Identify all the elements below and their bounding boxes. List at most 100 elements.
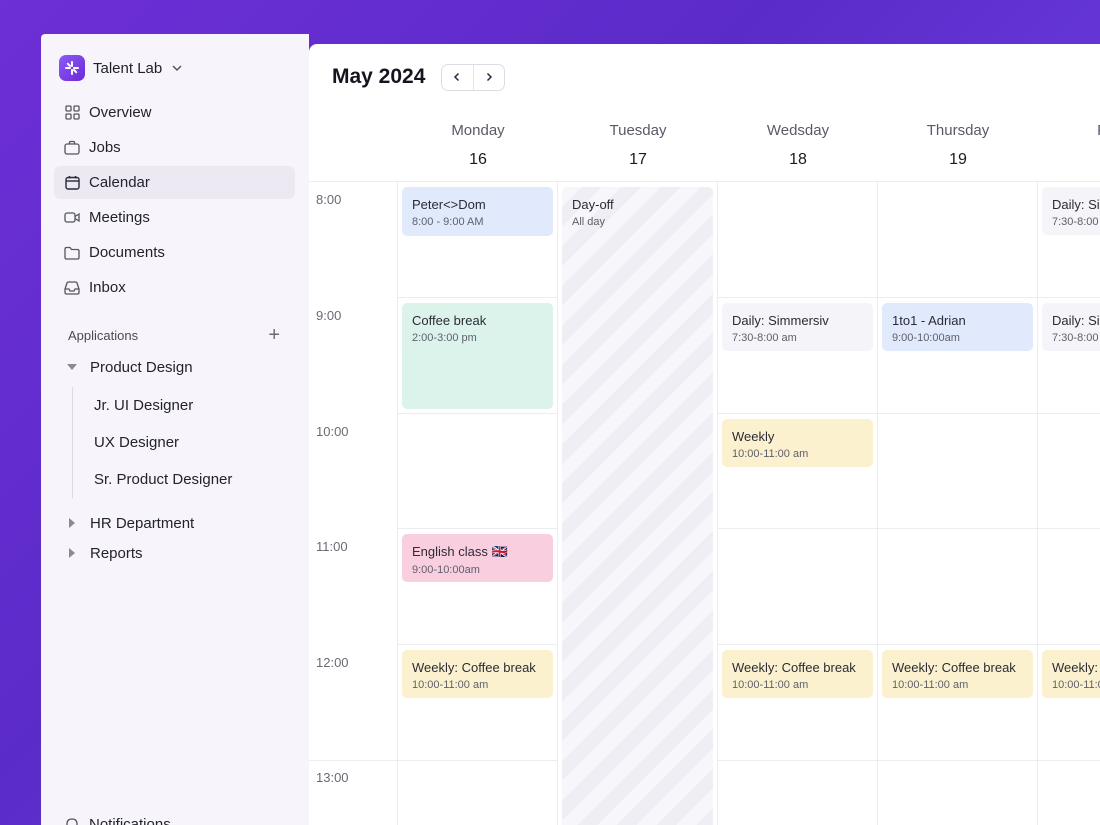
month-navigation [441, 64, 505, 91]
event-card[interactable]: Weekly: Coffee break 10:00-11:00 am [722, 650, 873, 698]
event-card[interactable]: Daily: Simmersiv 7:30-8:00 am [1042, 303, 1100, 351]
day-header-thursday[interactable]: Thursday 19 [878, 122, 1038, 169]
tree-item-jr-ui-designer[interactable]: Jr. UI Designer [94, 387, 303, 424]
event-time: 8:00 - 9:00 AM [412, 216, 484, 228]
day-number: 20 [1038, 151, 1100, 169]
event-card[interactable]: Coffee break 2:00-3:00 pm [402, 303, 553, 409]
tree-group-label: HR Department [90, 514, 195, 532]
event-card[interactable]: Daily: Simmersiv 7:30-8:00 am [722, 303, 873, 351]
event-title: Peter<>Dom [412, 197, 486, 212]
video-icon [64, 210, 80, 226]
event-title: Daily: Simmersiv [1052, 197, 1100, 212]
event-time: 10:00-11:00 am [732, 679, 809, 691]
event-card[interactable]: Weekly: Coffee break 10:00-11:00 am [402, 650, 553, 698]
talent-lab-logo-icon [59, 55, 85, 81]
hour-divider [717, 413, 1100, 414]
caret-down-icon [63, 363, 81, 371]
event-title: Daily: Simmersiv [1052, 313, 1100, 328]
event-title: Coffee break [412, 313, 487, 328]
event-time: 10:00-11:00 am [732, 448, 809, 460]
calendar-panel: May 2024 Monday 16 Tuesday 17 Wedsday 18… [309, 44, 1100, 825]
event-time: All day [572, 216, 606, 228]
nav-item-calendar[interactable]: Calendar [54, 166, 295, 199]
day-header-tuesday[interactable]: Tuesday 17 [558, 122, 718, 169]
week-grid: 8:00 9:00 10:00 11:00 12:00 13:00 Day-of… [309, 181, 1100, 825]
tree-group-product-design[interactable]: Product Design [63, 352, 303, 382]
next-week-button[interactable] [472, 65, 505, 90]
nav-item-documents[interactable]: Documents [54, 236, 295, 269]
day-name: Friday [1038, 122, 1100, 139]
inbox-icon [64, 280, 80, 296]
event-card[interactable]: Weekly 10:00-11:00 am [722, 419, 873, 467]
day-number: 18 [789, 151, 807, 168]
event-time: 7:30-8:00 am [732, 332, 797, 344]
day-header-monday[interactable]: Monday 16 [398, 122, 558, 169]
time-label: 8:00 [316, 192, 342, 207]
nav-item-label: Jobs [89, 139, 121, 156]
event-title: Weekly: Coffee break [1052, 660, 1100, 675]
nav-item-notifications[interactable]: Notifications [64, 816, 171, 825]
event-title: Weekly: Coffee break [732, 660, 856, 675]
day-number: 16 [469, 151, 487, 168]
tree-group-hr-department[interactable]: HR Department [63, 508, 303, 538]
previous-week-button[interactable] [442, 65, 473, 90]
tree-item-sr-product-designer[interactable]: Sr. Product Designer [94, 461, 303, 498]
nav-item-jobs[interactable]: Jobs [54, 131, 295, 164]
day-name: Tuesday [609, 122, 667, 139]
event-time: 7:30-8:00 am [1052, 216, 1100, 228]
hour-divider [397, 528, 557, 529]
event-card[interactable]: 1to1 - Adrian 9:00-10:00am [882, 303, 1033, 351]
event-time: 10:00-11:00 am [412, 679, 489, 691]
main-nav: Overview Jobs Calendar Meetings Document… [54, 96, 295, 306]
workspace-switcher[interactable]: Talent Lab [59, 55, 183, 81]
time-label: 12:00 [316, 655, 349, 670]
time-label: 13:00 [316, 770, 349, 785]
event-time: 9:00-10:00am [412, 564, 480, 576]
column-divider [877, 182, 878, 825]
month-title: May 2024 [332, 65, 426, 88]
event-time: 9:00-10:00am [892, 332, 960, 344]
nav-item-overview[interactable]: Overview [54, 96, 295, 129]
day-name: Monday [451, 122, 505, 139]
nav-item-label: Calendar [89, 174, 150, 191]
tree-item-ux-designer[interactable]: UX Designer [94, 424, 303, 461]
hour-divider [717, 528, 1100, 529]
briefcase-icon [64, 140, 80, 156]
hour-divider [397, 297, 557, 298]
day-number: 19 [949, 151, 967, 168]
tree-group-reports[interactable]: Reports [63, 538, 303, 568]
applications-tree: Product Design Jr. UI Designer UX Design… [63, 352, 303, 568]
event-time: 10:00-11:00 am [892, 679, 969, 691]
event-card[interactable]: Daily: Simmersiv 7:30-8:00 am [1042, 187, 1100, 235]
chevron-right-icon [484, 69, 494, 87]
day-header-friday[interactable]: Friday 20 [1038, 122, 1100, 169]
event-card[interactable]: Weekly: Coffee break 10:00-11:00 am [1042, 650, 1100, 698]
column-divider [1037, 182, 1038, 825]
hour-divider [717, 644, 1100, 645]
dayoff-block[interactable]: Day-off All day [562, 187, 713, 825]
column-divider [717, 182, 718, 825]
caret-right-icon [63, 548, 81, 558]
event-title: 1to1 - Adrian [892, 313, 966, 328]
hour-divider [397, 413, 557, 414]
hour-divider [717, 297, 1100, 298]
sidebar: Talent Lab Overview Jobs Calendar Meetin… [41, 34, 309, 825]
event-card[interactable]: Weekly: Coffee break 10:00-11:00 am [882, 650, 1033, 698]
event-card[interactable]: English class 🇬🇧 9:00-10:00am [402, 534, 553, 582]
grid-icon [64, 105, 80, 121]
nav-item-label: Documents [89, 244, 165, 261]
nav-item-label: Notifications [89, 816, 171, 825]
time-label: 9:00 [316, 308, 342, 323]
event-card[interactable]: Peter<>Dom 8:00 - 9:00 AM [402, 187, 553, 236]
nav-item-label: Overview [89, 104, 152, 121]
chevron-left-icon [452, 69, 462, 87]
event-title: Day-off [572, 197, 614, 212]
nav-item-meetings[interactable]: Meetings [54, 201, 295, 234]
add-application-button[interactable]: + [268, 325, 280, 345]
event-title: Daily: Simmersiv [732, 313, 829, 328]
day-header-wednesday[interactable]: Wedsday 18 [718, 122, 878, 169]
event-title: Weekly: Coffee break [892, 660, 1016, 675]
tree-group-label: Product Design [90, 358, 193, 376]
nav-item-inbox[interactable]: Inbox [54, 271, 295, 304]
nav-item-label: Inbox [89, 279, 126, 296]
